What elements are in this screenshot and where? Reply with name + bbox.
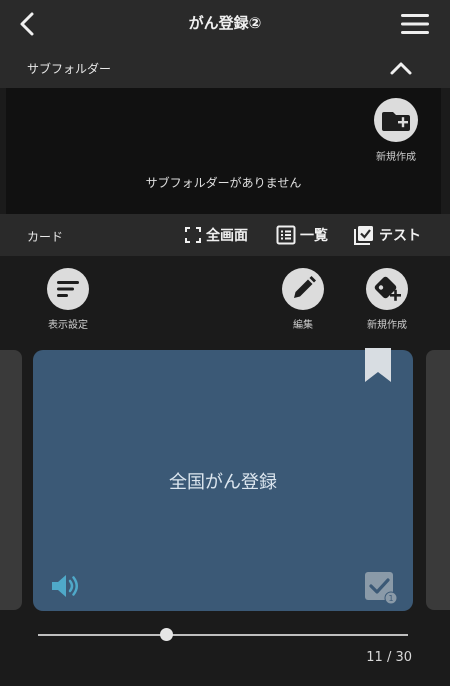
new-folder-circle xyxy=(374,98,418,142)
chevron-up-icon[interactable] xyxy=(388,58,414,78)
new-card-button[interactable]: 新規作成 xyxy=(352,268,422,331)
previous-card-peek[interactable] xyxy=(0,350,22,610)
card-front-text: 全国がん登録 xyxy=(169,472,277,493)
list-label: 一覧 xyxy=(300,228,328,244)
card-plus-icon xyxy=(374,276,401,301)
new-card-circle xyxy=(366,268,408,310)
card-tools-row: 表示設定 編集 新規作成 xyxy=(0,256,450,346)
page-title: がん登録② xyxy=(188,14,262,32)
fullscreen-button[interactable]: 全画面 xyxy=(184,224,248,246)
edit-circle xyxy=(282,268,324,310)
subfolder-label: サブフォルダー xyxy=(27,62,112,76)
new-subfolder-label: 新規作成 xyxy=(376,152,416,163)
card-position-slider[interactable] xyxy=(38,624,408,644)
card-section-label: カード xyxy=(27,230,64,244)
slider-track[interactable] xyxy=(38,634,408,636)
display-settings-circle xyxy=(47,268,89,310)
page-counter: 11 / 30 xyxy=(366,650,412,665)
fullscreen-label: 全画面 xyxy=(206,228,248,244)
test-button[interactable]: テスト xyxy=(353,224,421,246)
empty-subfolder-message: サブフォルダーがありません xyxy=(145,176,302,190)
slider-thumb[interactable] xyxy=(159,628,173,641)
header-bar: がん登録② xyxy=(0,0,450,48)
checkbox-icon[interactable]: 1 xyxy=(363,570,397,604)
hamburger-menu-icon[interactable] xyxy=(400,12,430,36)
check-count: 1 xyxy=(388,594,393,603)
test-label: テスト xyxy=(379,228,421,244)
flashcard[interactable]: 全国がん登録 1 xyxy=(33,348,413,611)
test-checklist-icon xyxy=(354,226,373,245)
sort-lines-icon xyxy=(57,281,79,297)
display-settings-label: 表示設定 xyxy=(48,320,88,331)
next-card-peek[interactable] xyxy=(426,350,450,610)
new-card-label: 新規作成 xyxy=(367,320,407,331)
list-view-button[interactable]: 一覧 xyxy=(276,224,328,246)
fullscreen-icon xyxy=(185,227,201,243)
display-settings-button[interactable]: 表示設定 xyxy=(33,268,103,331)
bookmark-icon[interactable] xyxy=(363,348,393,382)
new-subfolder-button[interactable]: 新規作成 xyxy=(366,98,426,168)
card-section-bar: カード 全画面 一覧 テスト xyxy=(0,214,450,256)
speaker-icon[interactable] xyxy=(49,572,81,600)
edit-label: 編集 xyxy=(293,320,313,331)
edit-button[interactable]: 編集 xyxy=(268,268,338,331)
list-icon xyxy=(276,225,296,245)
subfolder-section-bar: サブフォルダー xyxy=(0,48,450,88)
pencil-icon xyxy=(294,276,316,298)
folder-plus-icon xyxy=(382,112,410,131)
subfolder-area: 新規作成 サブフォルダーがありません xyxy=(6,88,441,214)
